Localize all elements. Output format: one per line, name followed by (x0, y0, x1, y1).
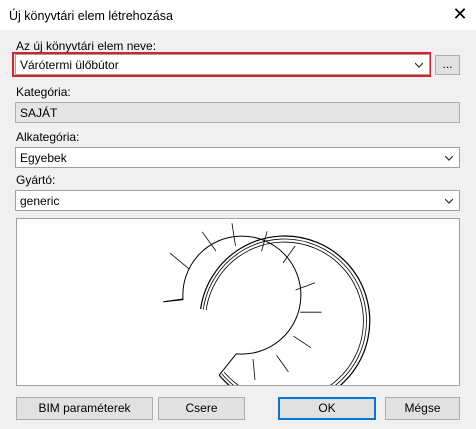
manufacturer-combobox[interactable]: generic (15, 190, 460, 211)
category-combobox: SAJÁT (15, 102, 460, 123)
close-icon[interactable]: ✕ (444, 0, 476, 30)
subcategory-value: Egyebek (20, 151, 67, 165)
name-combobox[interactable]: Várótermi ülőbútor (15, 54, 430, 75)
ok-button[interactable]: OK (278, 397, 376, 420)
browse-button[interactable]: ... (435, 55, 460, 75)
manufacturer-label: Gyártó: (16, 173, 56, 187)
new-library-item-dialog: Új könyvtári elem létrehozása ✕ Az új kö… (0, 0, 476, 429)
name-value: Várótermi ülőbútor (20, 58, 119, 72)
name-label: Az új könyvtári elem neve: (16, 39, 157, 53)
preview-pane (16, 218, 460, 386)
curved-bench-preview (163, 223, 371, 385)
chevron-down-icon (445, 155, 453, 161)
subcategory-label: Alkategória: (16, 130, 80, 144)
chevron-down-icon (445, 198, 453, 204)
replace-button[interactable]: Csere (158, 397, 245, 420)
category-label: Kategória: (16, 85, 71, 99)
category-value: SAJÁT (20, 106, 58, 120)
window-title: Új könyvtári elem létrehozása (9, 9, 173, 23)
bim-parameters-button[interactable]: BIM paraméterek (16, 397, 153, 420)
subcategory-combobox[interactable]: Egyebek (15, 147, 460, 168)
cancel-button[interactable]: Mégse (385, 397, 460, 420)
manufacturer-value: generic (20, 194, 60, 208)
chevron-down-icon (415, 62, 423, 68)
title-bar: Új könyvtári elem létrehozása ✕ (0, 0, 476, 30)
